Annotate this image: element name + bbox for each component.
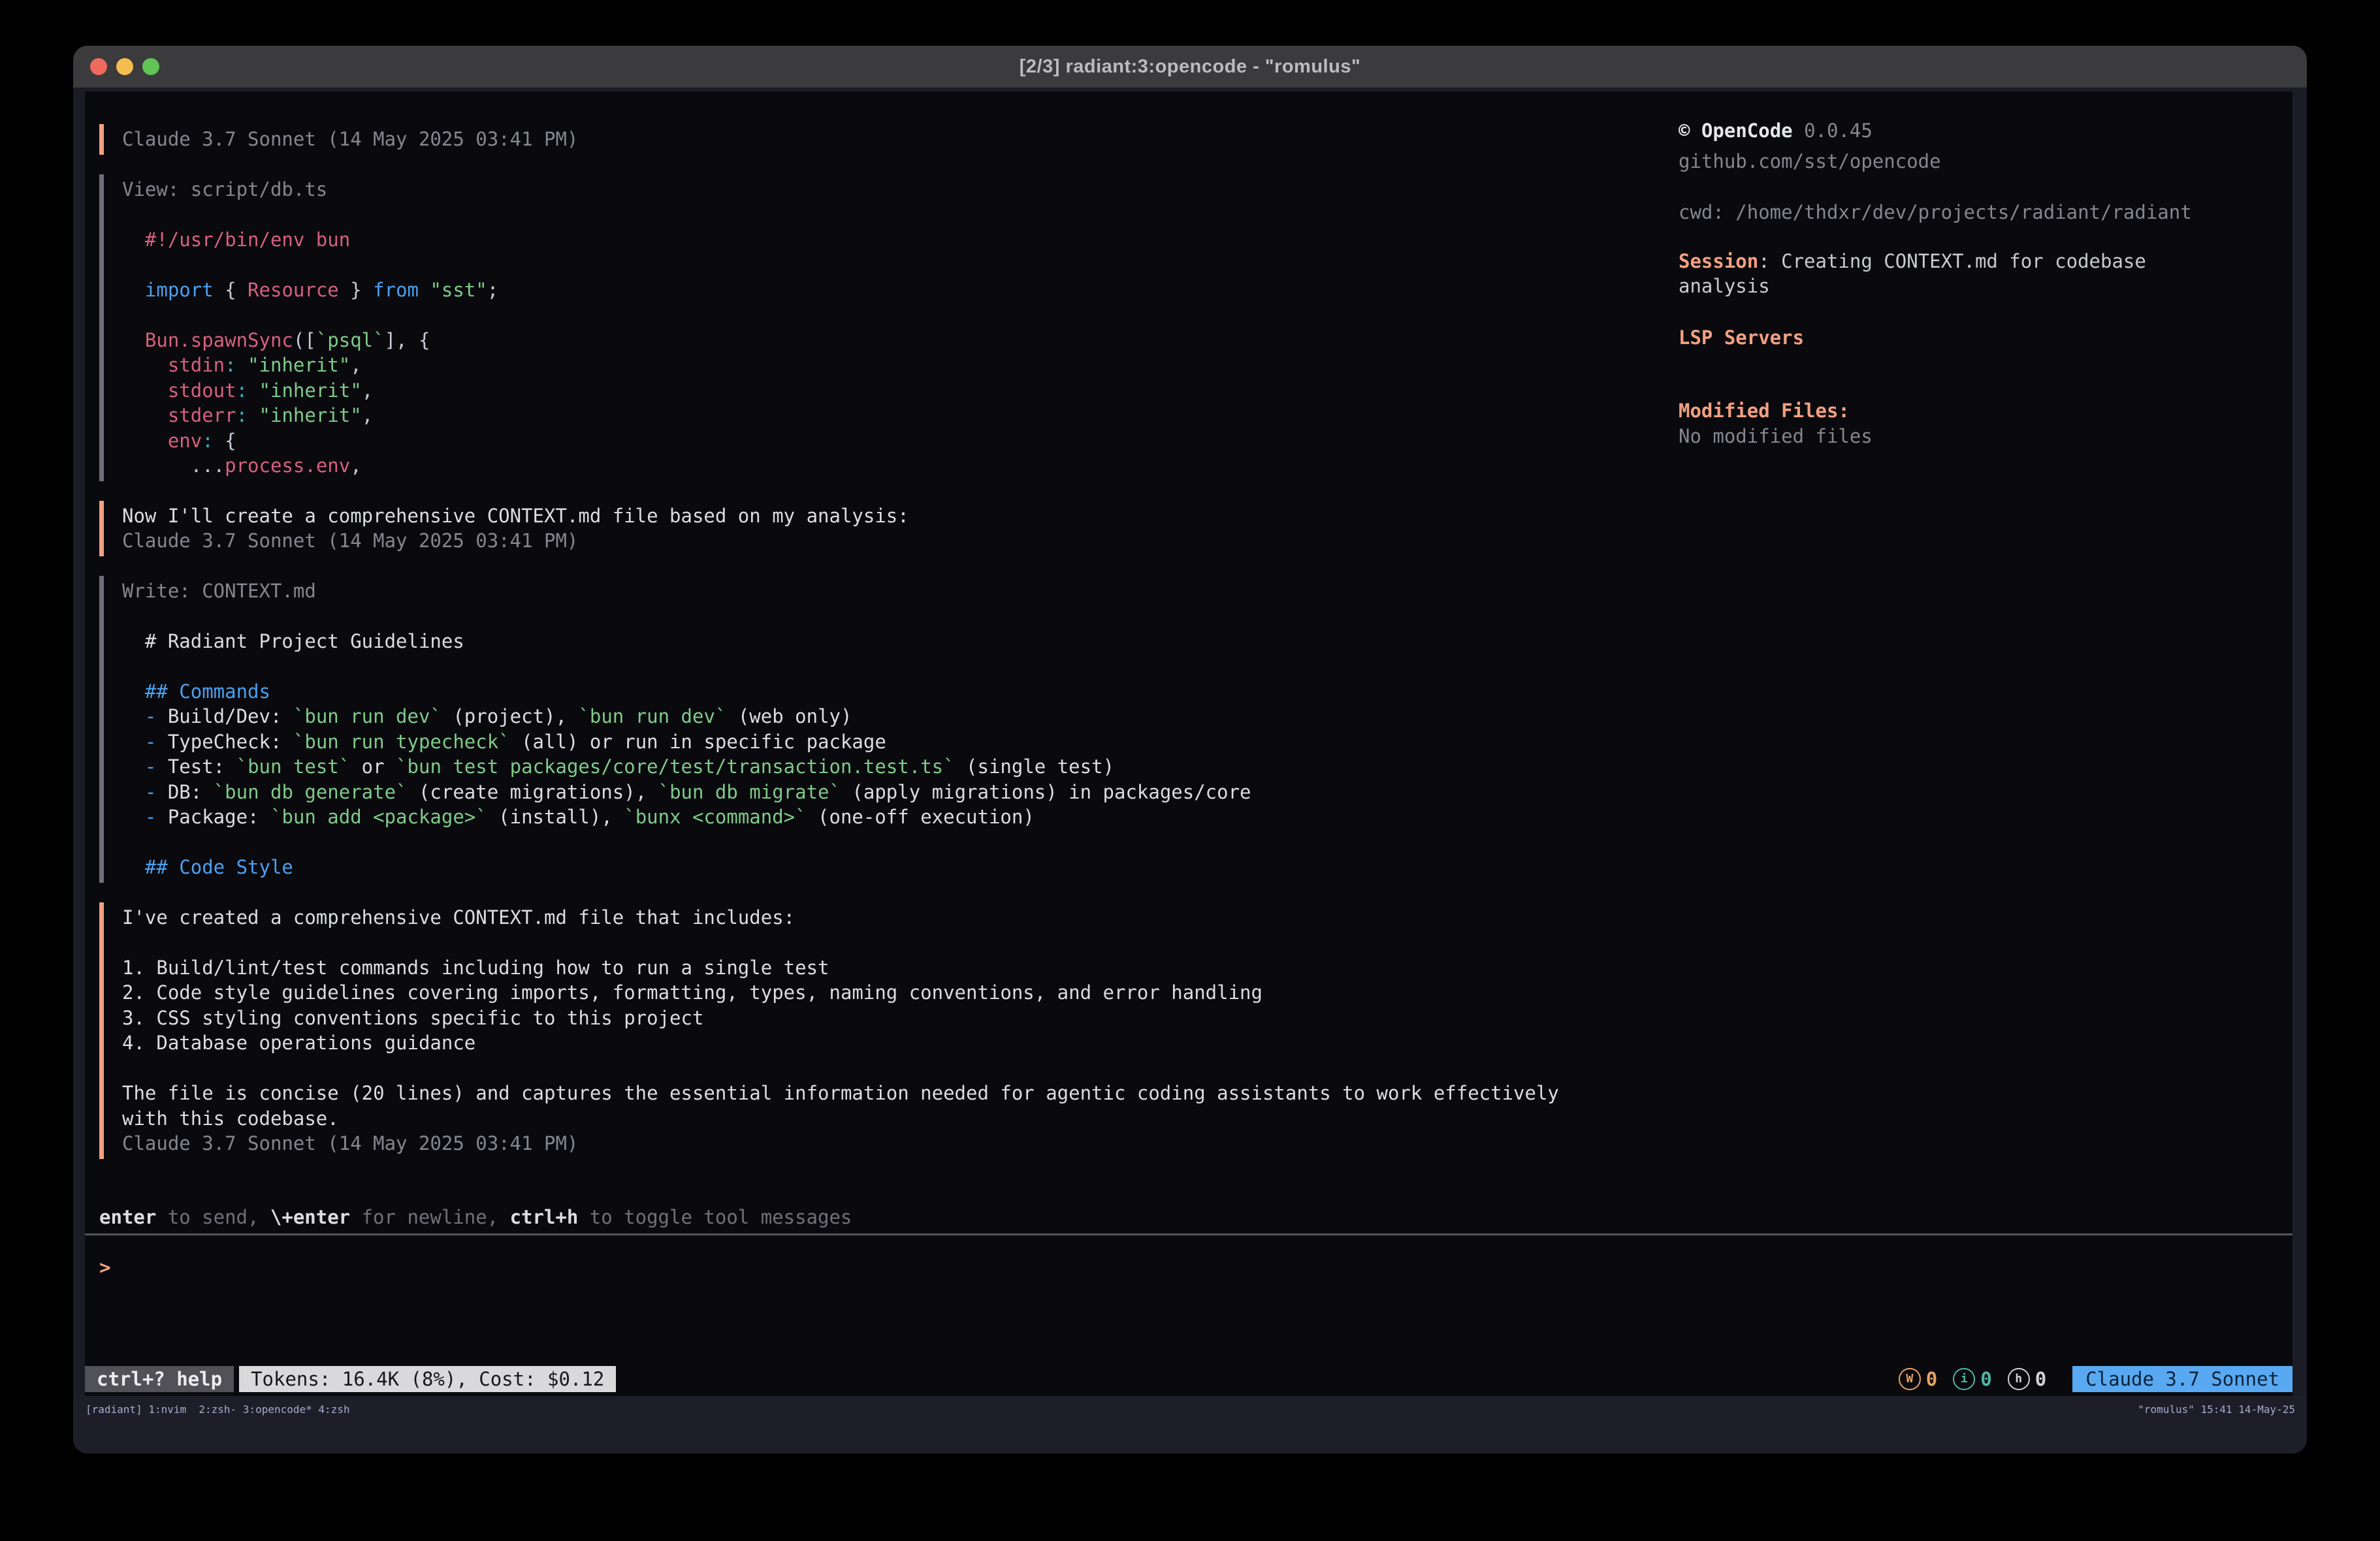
keybinding-hint: enter to send, \+enter for newline, ctrl… xyxy=(99,1205,2292,1230)
diagnostic-count: 0 xyxy=(1980,1367,1991,1392)
terminal-body: Claude 3.7 Sonnet (14 May 2025 03:41 PM)… xyxy=(73,87,2307,1454)
chat-line: ## Commands xyxy=(122,679,2292,705)
hint-icon: h xyxy=(2008,1368,2030,1390)
diagnostic-i: i0 xyxy=(1953,1367,1991,1392)
diagnostics-counters: W0i0h0 xyxy=(1899,1367,2055,1392)
tmux-status-bar: [radiant] 1:nvim 2:zsh- 3:opencode* 4:zs… xyxy=(73,1396,2307,1454)
window-title: [2/3] radiant:3:opencode - "romulus" xyxy=(1020,56,1360,78)
minimize-button[interactable] xyxy=(116,58,133,75)
chat-line: # Radiant Project Guidelines xyxy=(122,629,2292,654)
prompt-symbol: > xyxy=(99,1256,110,1279)
app-version: © OpenCode 0.0.45 xyxy=(1679,118,2240,144)
terminal-window: [2/3] radiant:3:opencode - "romulus" Cla… xyxy=(73,46,2307,1454)
chat-line: ## Code Style xyxy=(122,855,2292,880)
lsp-servers-heading: LSP Servers xyxy=(1679,325,2240,351)
chat-line: - Test: `bun test` or `bun test packages… xyxy=(122,754,2292,780)
status-bar: ctrl+? help Tokens: 16.4K (8%), Cost: $0… xyxy=(85,1366,2292,1392)
modified-files-heading: Modified Files: xyxy=(1679,398,2240,424)
tmux-session-clock: "romulus" 15:41 14-May-25 xyxy=(2138,1397,2295,1422)
window-controls xyxy=(90,58,159,75)
diagnostic-h: h0 xyxy=(2008,1367,2046,1392)
tmux-windows: [radiant] 1:nvim 2:zsh- 3:opencode* 4:zs… xyxy=(86,1397,350,1422)
repo-link: github.com/sst/opencode xyxy=(1679,149,2240,174)
chat-line: - TypeCheck: `bun run typecheck` (all) o… xyxy=(122,729,2292,755)
sidebar: © OpenCode 0.0.45 github.com/sst/opencod… xyxy=(1679,118,2240,449)
chat-line: 3. CSS styling conventions specific to t… xyxy=(122,1006,2292,1031)
assistant-summary: I've created a comprehensive CONTEXT.md … xyxy=(99,902,2292,1159)
chat-line: - DB: `bun db generate` (create migratio… xyxy=(122,780,2292,805)
title-bar[interactable]: [2/3] radiant:3:opencode - "romulus" xyxy=(73,46,2307,87)
zoom-button[interactable] xyxy=(142,58,159,75)
warning-icon: W xyxy=(1899,1368,1921,1390)
chat-line xyxy=(122,830,2292,855)
chat-line: Claude 3.7 Sonnet (14 May 2025 03:41 PM) xyxy=(122,1131,2292,1156)
prompt-input[interactable]: > xyxy=(99,1255,2292,1280)
close-button[interactable] xyxy=(90,58,107,75)
tokens-cost-chip: Tokens: 16.4K (8%), Cost: $0.12 xyxy=(239,1366,616,1392)
chat-line: Write: CONTEXT.md xyxy=(122,579,2292,604)
session-line: Session: Creating CONTEXT.md for codebas… xyxy=(1679,249,2240,299)
info-icon: i xyxy=(1953,1368,1975,1390)
chat-line: The file is concise (20 lines) and captu… xyxy=(122,1081,2292,1106)
tool-write-block: Write: CONTEXT.md # Radiant Project Guid… xyxy=(99,576,2292,883)
assistant-message: Now I'll create a comprehensive CONTEXT.… xyxy=(99,501,2292,556)
chat-line: with this codebase. xyxy=(122,1106,2292,1132)
chat-line: 1. Build/lint/test commands including ho… xyxy=(122,955,2292,981)
model-badge: Claude 3.7 Sonnet xyxy=(2072,1366,2292,1392)
input-divider xyxy=(85,1233,2292,1235)
chat-line xyxy=(122,654,2292,679)
chat-line: - Package: `bun add <package>` (install)… xyxy=(122,804,2292,830)
help-chip: ctrl+? help xyxy=(85,1366,234,1392)
chat-line: Claude 3.7 Sonnet (14 May 2025 03:41 PM) xyxy=(122,528,2292,554)
chat-line: 2. Code style guidelines covering import… xyxy=(122,980,2292,1006)
chat-line xyxy=(122,603,2292,629)
chat-line xyxy=(122,930,2292,955)
chat-line: I've created a comprehensive CONTEXT.md … xyxy=(122,905,2292,930)
cwd-line: cwd: /home/thdxr/dev/projects/radiant/ra… xyxy=(1679,200,2240,225)
chat-line: 4. Database operations guidance xyxy=(122,1030,2292,1056)
chat-line: ...process.env, xyxy=(122,453,2292,479)
diagnostic-count: 0 xyxy=(2035,1367,2046,1392)
chat-line: - Build/Dev: `bun run dev` (project), `b… xyxy=(122,704,2292,729)
diagnostic-count: 0 xyxy=(1926,1367,1937,1392)
opencode-app: Claude 3.7 Sonnet (14 May 2025 03:41 PM)… xyxy=(85,91,2292,1396)
modified-files-empty: No modified files xyxy=(1679,424,2240,449)
diagnostic-W: W0 xyxy=(1899,1367,1937,1392)
chat-line xyxy=(122,1056,2292,1081)
copyright-icon: © xyxy=(1679,119,1690,142)
chat-line: Now I'll create a comprehensive CONTEXT.… xyxy=(122,503,2292,529)
